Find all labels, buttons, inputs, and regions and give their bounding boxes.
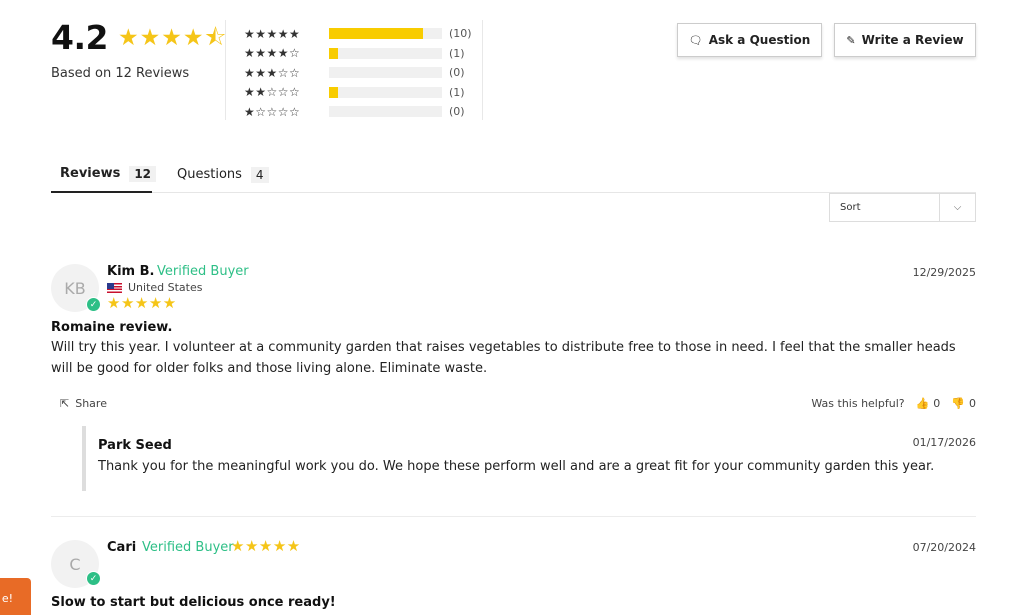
bar-fill — [329, 47, 339, 59]
distribution-bar — [329, 28, 442, 40]
share-icon: ⇱ — [60, 397, 70, 410]
tab-count-badge: 12 — [129, 165, 157, 182]
verified-buyer-label: Verified Buyer — [142, 540, 234, 555]
thumbs-up-icon[interactable]: 👍 — [916, 397, 930, 410]
distribution-row-4[interactable]: ★★★★☆ (1) — [244, 44, 482, 64]
rewards-tab[interactable]: e! — [0, 578, 31, 615]
star-row-label: ★★★★☆ — [244, 46, 301, 61]
chat-bubbles-icon: 🗨 — [688, 33, 703, 47]
review-title: Slow to start but delicious once ready! — [51, 595, 336, 610]
country-name: United States — [128, 281, 203, 294]
review-tabs: Reviews 12 Questions 4 — [51, 156, 976, 193]
thumbs-down-icon[interactable]: 👎 — [951, 397, 965, 410]
helpful-votes: Was this helpful? 👍 0 👎 0 — [807, 397, 976, 410]
distribution-count: (0) — [449, 105, 465, 119]
distribution-count: (1) — [449, 85, 465, 99]
review-body: Will try this year. I volunteer at a com… — [51, 340, 956, 376]
tab-label: Questions — [177, 167, 242, 182]
tab-label: Reviews — [60, 166, 121, 181]
store-reply: Park Seed 01/17/2026 Thank you for the m… — [82, 426, 976, 491]
reviewer-name: Kim B. — [107, 264, 155, 279]
bar-fill — [329, 86, 339, 98]
distribution-row-3[interactable]: ★★★☆☆ (0) — [244, 63, 482, 83]
share-button[interactable]: ⇱ Share — [60, 397, 107, 410]
review-title: Romaine review. — [51, 320, 173, 335]
review-divider — [51, 516, 976, 517]
star-row-label: ★★★★★ — [244, 26, 301, 41]
write-review-button[interactable]: ✎ Write a Review — [834, 23, 976, 57]
reply-body: Thank you for the meaningful work you do… — [98, 459, 935, 474]
pencil-square-icon: ✎ — [846, 33, 856, 47]
rating-distribution: ★★★★★ (10) ★★★★☆ (1) ★★★☆☆ (0) ★★☆☆☆ (1)… — [225, 20, 483, 120]
distribution-bar — [329, 67, 442, 79]
rating-summary: 4.2 ★★★★⯪ Based on 12 Reviews — [51, 18, 227, 81]
upvote-count: 0 — [933, 397, 941, 410]
review-stars: ★★★★★ — [231, 537, 301, 555]
distribution-row-5[interactable]: ★★★★★ (10) — [244, 24, 482, 44]
average-stars: ★★★★⯪ — [117, 25, 228, 51]
reply-date: 01/17/2026 — [912, 436, 976, 449]
distribution-count: (1) — [449, 46, 465, 60]
bar-fill — [329, 28, 423, 40]
us-flag-icon — [107, 282, 122, 293]
distribution-row-1[interactable]: ★☆☆☆☆ (0) — [244, 102, 482, 122]
distribution-bar — [329, 47, 442, 59]
verified-check-icon: ✓ — [86, 571, 101, 586]
verified-buyer-label: Verified Buyer — [157, 264, 249, 279]
reviewer-name: Cari — [107, 540, 137, 555]
star-row-label: ★☆☆☆☆ — [244, 104, 301, 119]
sort-label: Sort — [840, 202, 861, 213]
sort-dropdown[interactable]: Sort ⌵ — [829, 193, 976, 222]
distribution-count: (10) — [449, 27, 472, 41]
star-row-label: ★★☆☆☆ — [244, 85, 301, 100]
star-row-label: ★★★☆☆ — [244, 65, 301, 80]
verified-check-icon: ✓ — [86, 297, 101, 312]
chevron-down-icon: ⌵ — [939, 194, 975, 221]
review-date: 12/29/2025 — [912, 266, 976, 279]
share-label: Share — [75, 397, 107, 410]
distribution-count: (0) — [449, 66, 465, 80]
tab-reviews[interactable]: Reviews 12 — [51, 156, 157, 193]
review-count-text: Based on 12 Reviews — [51, 66, 190, 81]
helpful-question: Was this helpful? — [811, 397, 905, 410]
review-date: 07/20/2024 — [912, 541, 976, 554]
distribution-bar — [329, 86, 442, 98]
write-review-label: Write a Review — [861, 33, 964, 47]
ask-question-button[interactable]: 🗨 Ask a Question — [677, 23, 822, 57]
tab-count-badge: 4 — [250, 166, 269, 183]
downvote-count: 0 — [969, 397, 976, 410]
review-stars: ★★★★★ — [107, 294, 177, 312]
ask-question-label: Ask a Question — [708, 33, 811, 47]
distribution-bar — [329, 106, 442, 118]
distribution-row-2[interactable]: ★★☆☆☆ (1) — [244, 83, 482, 103]
tab-questions[interactable]: Questions 4 — [177, 156, 269, 193]
average-rating: 4.2 — [51, 18, 108, 57]
reviewer-country: United States — [107, 281, 203, 294]
reply-author: Park Seed — [98, 438, 172, 453]
